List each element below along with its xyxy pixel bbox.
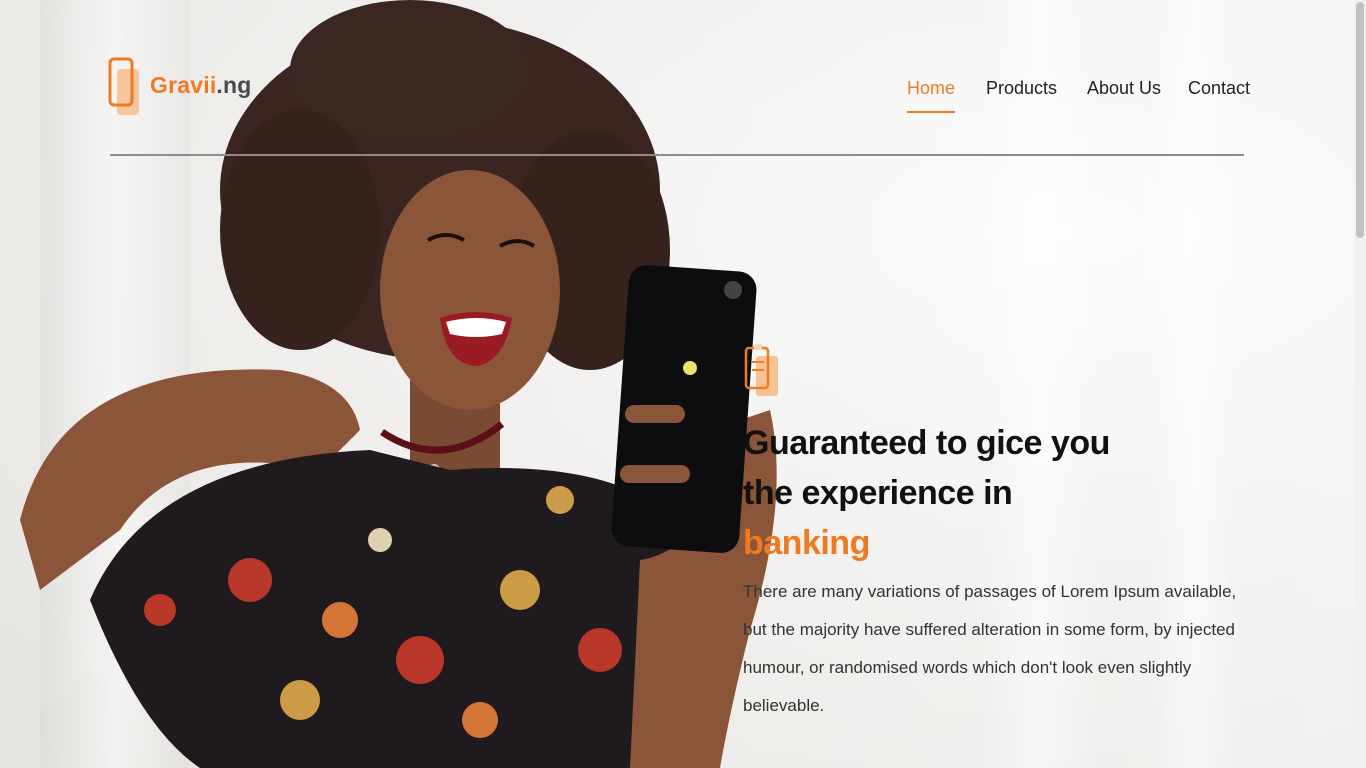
header-divider bbox=[110, 154, 1244, 156]
phone-layers-icon bbox=[108, 57, 139, 115]
headline-line-2: the experience in bbox=[743, 474, 1013, 512]
hero-description: There are many variations of passages of… bbox=[743, 582, 1237, 715]
nav-link-products[interactable]: Products bbox=[986, 78, 1057, 111]
nav-link-label: Products bbox=[986, 78, 1058, 98]
nav-link-label: Home bbox=[907, 78, 956, 98]
headline-accent: banking bbox=[743, 524, 870, 562]
nav-link-contact[interactable]: Contact bbox=[1188, 78, 1250, 111]
scrollbar-thumb[interactable] bbox=[1356, 2, 1364, 238]
brand-name-suffix: .ng bbox=[216, 71, 252, 98]
page-scrollbar[interactable] bbox=[1354, 0, 1366, 768]
hero-headline: Guaranteed to gice you the experience in… bbox=[743, 418, 1163, 568]
brand-logo[interactable]: Gravii.ng bbox=[108, 56, 252, 118]
phone-layers-icon bbox=[744, 344, 778, 396]
headline-line-1: Guaranteed to gice you bbox=[743, 424, 1110, 462]
nav-link-about-us[interactable]: About Us bbox=[1087, 78, 1161, 111]
nav-link-home[interactable]: Home bbox=[907, 78, 956, 113]
brand-name-primary: Gravii bbox=[150, 71, 217, 98]
nav-link-label: About Us bbox=[1087, 78, 1162, 98]
nav-link-label: Contact bbox=[1188, 78, 1251, 98]
brand-name: Gravii.ng bbox=[150, 72, 252, 99]
